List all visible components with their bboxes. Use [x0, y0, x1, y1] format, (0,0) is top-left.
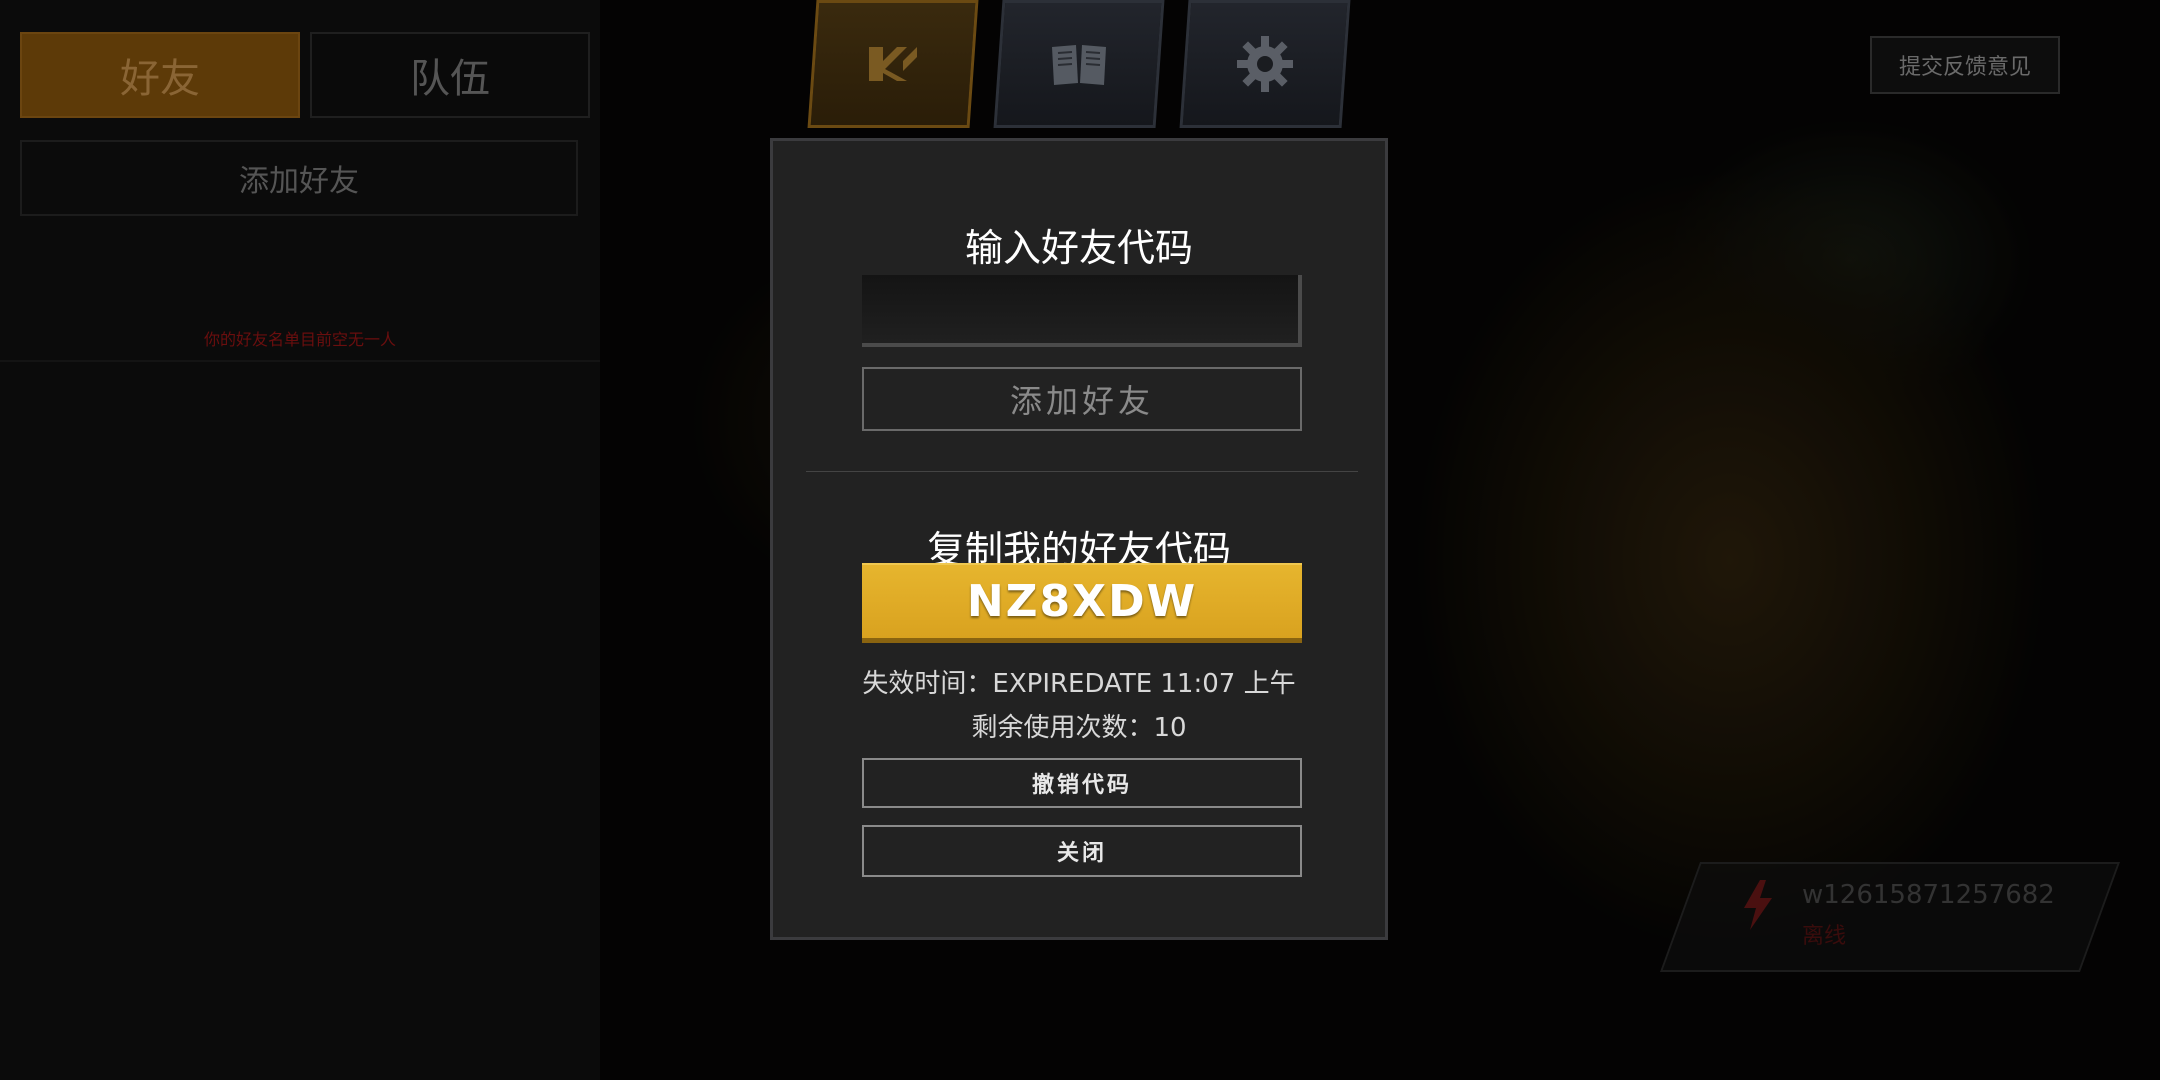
close-button[interactable]: 关闭: [862, 825, 1302, 877]
tab-friends[interactable]: 好友: [20, 32, 300, 118]
add-friend-button[interactable]: 添加好友: [862, 367, 1302, 431]
friends-panel: 好友 队伍 添加好友 你的好友名单目前空无一人: [0, 0, 600, 1080]
gear-icon: [1237, 36, 1293, 92]
add-friend-panel-button[interactable]: 添加好友: [20, 140, 578, 216]
enter-code-title: 输入好友代码: [964, 226, 1193, 270]
tab-team[interactable]: 队伍: [310, 32, 590, 118]
revoke-code-button[interactable]: 撤销代码: [862, 758, 1302, 808]
book-icon: [1052, 45, 1106, 85]
friend-code-dialog: 输入好友代码 添加好友 复制我的好友代码 NZ8XDW 失效时间：EXPIRED…: [770, 138, 1388, 940]
remaining-uses-text: 剩余使用次数：10: [971, 713, 1187, 743]
empty-friends-text: 你的好友名单目前空无一人: [203, 330, 396, 349]
copy-friend-code-button[interactable]: NZ8XDW: [862, 563, 1302, 643]
user-status: 离线: [1802, 924, 1847, 949]
user-id: w12615871257682: [1802, 880, 2055, 910]
logo-icon: [869, 47, 917, 81]
nav-settings-button[interactable]: [1179, 0, 1351, 128]
expire-time-text: 失效时间：EXPIREDATE 11:07 上午: [862, 669, 1296, 699]
friend-code-input[interactable]: [862, 275, 1302, 347]
user-card[interactable]: [1659, 862, 2121, 972]
dialog-divider: [806, 471, 1358, 472]
lightning-icon: [1744, 880, 1772, 930]
panel-divider: [0, 360, 600, 362]
nav-codex-button[interactable]: [993, 0, 1165, 128]
nav-home-button[interactable]: [807, 0, 979, 128]
feedback-button[interactable]: 提交反馈意见: [1870, 36, 2060, 94]
